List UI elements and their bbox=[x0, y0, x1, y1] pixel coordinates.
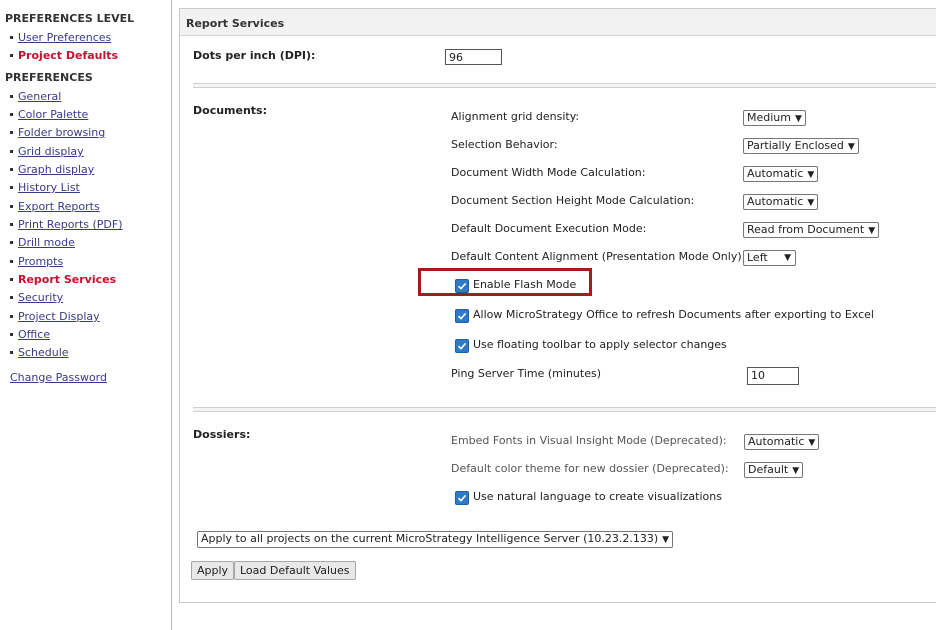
sidebar-item-history-list[interactable]: History List bbox=[10, 181, 80, 194]
document-section-height-select[interactable]: Automatic ▼ bbox=[743, 194, 819, 210]
content-alignment-label: Default Content Alignment (Presentation … bbox=[451, 250, 746, 263]
apply-scope-select[interactable]: Apply to all projects on the current Mic… bbox=[197, 531, 674, 548]
bullet-icon bbox=[10, 94, 13, 98]
checkmark-icon bbox=[457, 312, 467, 320]
dossiers-section-label: Dossiers: bbox=[193, 428, 251, 441]
dpi-input[interactable]: 96 bbox=[445, 49, 502, 65]
flash-mode-label: Enable Flash Mode bbox=[473, 278, 577, 291]
preferences-level-heading: PREFERENCES LEVEL bbox=[5, 12, 135, 25]
embed-fonts-label: Embed Fonts in Visual Insight Mode (Depr… bbox=[451, 434, 727, 447]
sidebar-item-general[interactable]: General bbox=[10, 90, 61, 103]
documents-section-label: Documents: bbox=[193, 104, 267, 117]
bullet-icon bbox=[10, 167, 13, 171]
report-services-panel: Report Services Dots per inch (DPI): 96 … bbox=[179, 8, 936, 603]
document-execution-mode-select[interactable]: Read from Document ▼ bbox=[743, 222, 880, 238]
bullet-icon bbox=[10, 332, 13, 336]
bullet-icon bbox=[10, 185, 13, 189]
floating-toolbar-checkbox[interactable] bbox=[455, 339, 469, 353]
preferences-heading: PREFERENCES bbox=[5, 71, 93, 84]
bullet-icon bbox=[10, 295, 13, 299]
bullet-icon bbox=[10, 149, 13, 153]
chevron-down-icon: ▼ bbox=[868, 226, 876, 236]
sidebar-item-export-reports[interactable]: Export Reports bbox=[10, 200, 100, 213]
content-alignment-select[interactable]: Left ▼ bbox=[743, 250, 796, 266]
selection-behavior-select[interactable]: Partially Enclosed ▼ bbox=[743, 138, 859, 154]
floating-toolbar-label: Use floating toolbar to apply selector c… bbox=[473, 338, 727, 351]
sidebar-item-grid-display[interactable]: Grid display bbox=[10, 145, 84, 158]
change-password-link[interactable]: Change Password bbox=[10, 371, 107, 384]
embed-fonts-select[interactable]: Automatic ▼ bbox=[744, 434, 820, 450]
checkmark-icon bbox=[457, 494, 467, 502]
preferences-sidebar: PREFERENCES LEVEL User Preferences Proje… bbox=[0, 0, 172, 630]
bullet-icon bbox=[10, 222, 13, 226]
bullet-icon bbox=[10, 35, 13, 39]
document-section-height-label: Document Section Height Mode Calculation… bbox=[451, 194, 695, 207]
sidebar-item-project-display[interactable]: Project Display bbox=[10, 310, 100, 323]
panel-title-bar: Report Services bbox=[180, 9, 936, 36]
office-refresh-checkbox[interactable] bbox=[455, 309, 469, 323]
alignment-grid-density-label: Alignment grid density: bbox=[451, 110, 580, 123]
natural-language-label: Use natural language to create visualiza… bbox=[473, 490, 722, 503]
sidebar-item-folder-browsing[interactable]: Folder browsing bbox=[10, 126, 105, 139]
sidebar-item-report-services[interactable]: Report Services bbox=[10, 273, 116, 286]
bullet-icon bbox=[10, 350, 13, 354]
sidebar-item-project-defaults[interactable]: Project Defaults bbox=[10, 49, 118, 62]
bullet-icon bbox=[10, 277, 13, 281]
selection-behavior-label: Selection Behavior: bbox=[451, 138, 558, 151]
bullet-icon bbox=[10, 130, 13, 134]
bullet-icon bbox=[10, 53, 13, 57]
sidebar-item-schedule[interactable]: Schedule bbox=[10, 346, 69, 359]
checkmark-icon bbox=[457, 282, 467, 290]
section-divider bbox=[193, 407, 936, 412]
color-theme-select[interactable]: Default ▼ bbox=[744, 462, 804, 478]
ping-server-time-label: Ping Server Time (minutes) bbox=[451, 367, 601, 380]
chevron-down-icon: ▼ bbox=[847, 142, 855, 152]
chevron-down-icon: ▼ bbox=[784, 253, 791, 263]
bullet-icon bbox=[10, 314, 13, 318]
sidebar-item-office[interactable]: Office bbox=[10, 328, 50, 341]
bullet-icon bbox=[10, 204, 13, 208]
bullet-icon bbox=[10, 112, 13, 116]
chevron-down-icon: ▼ bbox=[792, 466, 800, 476]
section-divider bbox=[193, 83, 936, 88]
chevron-down-icon: ▼ bbox=[662, 535, 670, 545]
sidebar-item-user-preferences[interactable]: User Preferences bbox=[10, 31, 111, 44]
apply-button[interactable]: Apply bbox=[191, 561, 235, 580]
sidebar-item-print-reports[interactable]: Print Reports (PDF) bbox=[10, 218, 123, 231]
load-default-values-button[interactable]: Load Default Values bbox=[234, 561, 356, 580]
document-width-mode-select[interactable]: Automatic ▼ bbox=[743, 166, 819, 182]
office-refresh-label: Allow MicroStrategy Office to refresh Do… bbox=[473, 308, 874, 321]
natural-language-checkbox[interactable] bbox=[455, 491, 469, 505]
checkmark-icon bbox=[457, 342, 467, 350]
sidebar-item-color-palette[interactable]: Color Palette bbox=[10, 108, 88, 121]
document-execution-mode-label: Default Document Execution Mode: bbox=[451, 222, 647, 235]
bullet-icon bbox=[10, 259, 13, 263]
sidebar-item-security[interactable]: Security bbox=[10, 291, 63, 304]
chevron-down-icon: ▼ bbox=[794, 114, 802, 124]
panel-title: Report Services bbox=[186, 17, 285, 30]
document-width-mode-label: Document Width Mode Calculation: bbox=[451, 166, 646, 179]
sidebar-item-graph-display[interactable]: Graph display bbox=[10, 163, 94, 176]
chevron-down-icon: ▼ bbox=[808, 438, 816, 448]
chevron-down-icon: ▼ bbox=[807, 198, 815, 208]
alignment-grid-density-select[interactable]: Medium ▼ bbox=[743, 110, 806, 126]
dpi-label: Dots per inch (DPI): bbox=[193, 49, 316, 62]
color-theme-label: Default color theme for new dossier (Dep… bbox=[451, 462, 729, 475]
bullet-icon bbox=[10, 240, 13, 244]
flash-mode-checkbox[interactable] bbox=[455, 279, 469, 293]
chevron-down-icon: ▼ bbox=[807, 170, 815, 180]
sidebar-item-drill-mode[interactable]: Drill mode bbox=[10, 236, 75, 249]
sidebar-item-prompts[interactable]: Prompts bbox=[10, 255, 63, 268]
ping-server-time-input[interactable]: 10 bbox=[747, 367, 799, 385]
